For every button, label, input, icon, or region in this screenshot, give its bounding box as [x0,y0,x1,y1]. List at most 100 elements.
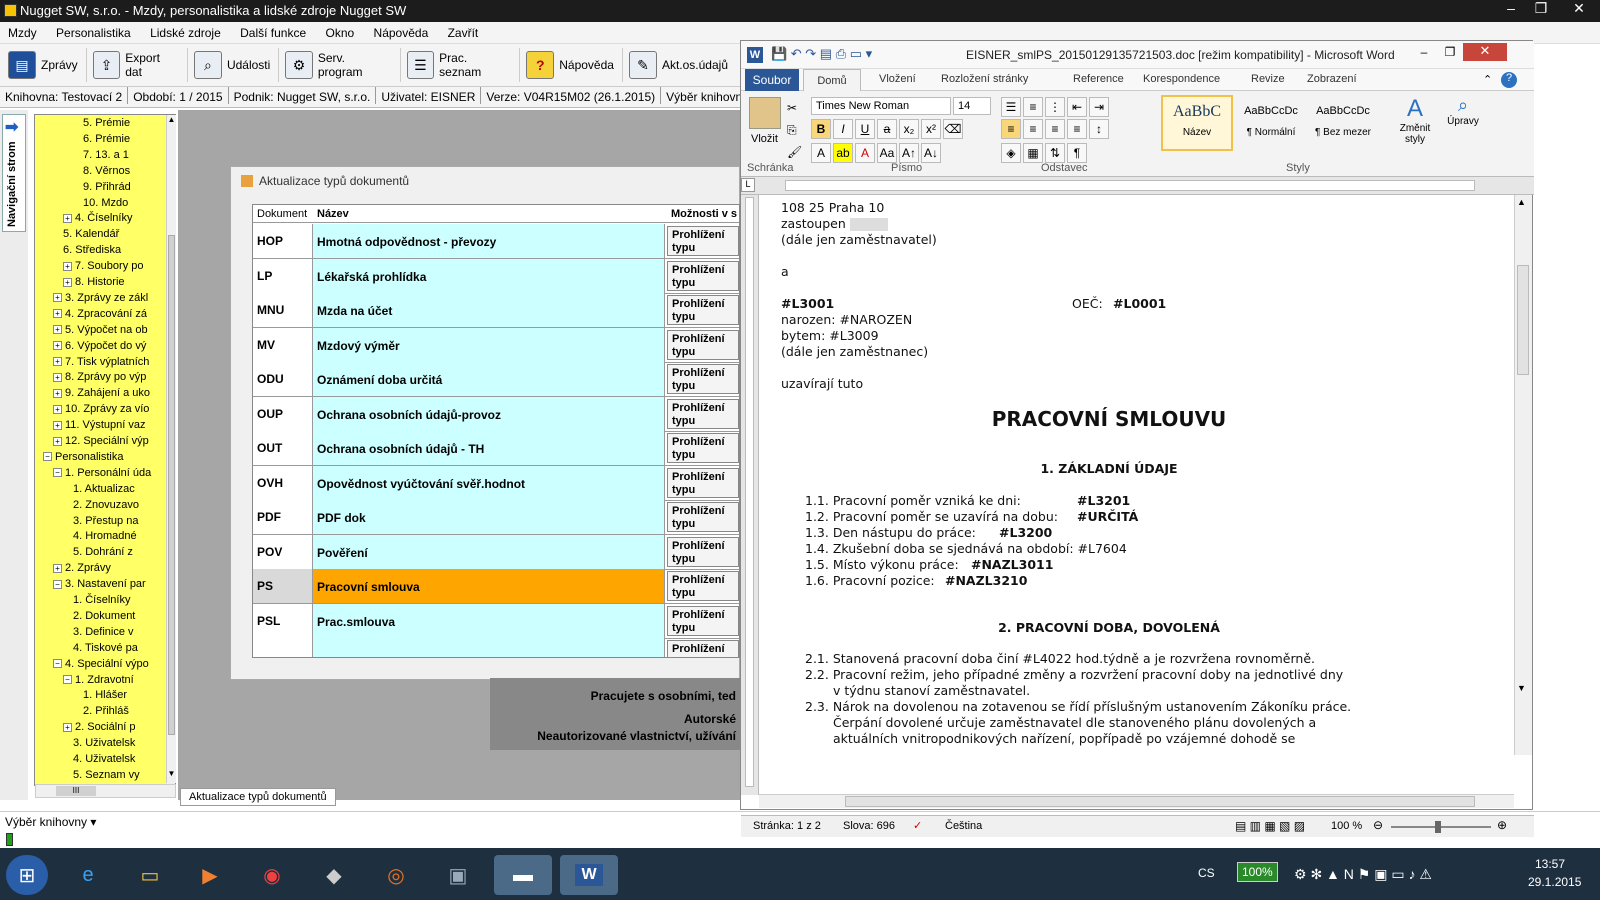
menu-okno[interactable]: Okno [318,22,363,40]
multilevel-button[interactable]: ⋮ [1045,97,1065,117]
align-center-button[interactable]: ≡ [1023,119,1043,139]
scroll-up-icon[interactable]: ▲ [167,115,176,127]
view-type-button[interactable]: Prohlížení typu [667,433,739,463]
table-row[interactable]: LP Lékařská prohlídka Prohlížení typu [253,258,739,294]
tab-zobrazeni[interactable]: Zobrazení [1307,73,1357,85]
word-scroll-up-icon[interactable]: ▲ [1517,197,1526,207]
expand-icon[interactable]: + [53,325,62,335]
decrease-indent-button[interactable]: ⇤ [1067,97,1087,117]
view-buttons[interactable]: ▤ ▥ ▦ ▧ ▨ [1235,819,1305,833]
tree-item[interactable]: +2. Zprávy [53,562,111,578]
menu-personalistika[interactable]: Personalistika [48,22,139,40]
language-indicator[interactable]: Čeština [945,820,982,832]
table-row[interactable]: PS Pracovní smlouva Prohlížení typu [253,569,739,604]
tree-item[interactable]: − Personalistika [43,451,123,467]
change-styles-button[interactable]: A Změnit styly [1391,95,1439,155]
close-button[interactable]: ✕ [1566,0,1592,20]
tree-item[interactable]: 3. Přestup na [73,515,138,531]
view-type-button[interactable]: Prohlížení typu [667,364,739,394]
show-marks-button[interactable]: ¶ [1067,143,1087,163]
style-nazev[interactable]: AaBbC Název [1161,95,1233,151]
grow-font-button[interactable]: A↑ [899,143,919,163]
expand-icon[interactable]: + [63,213,72,223]
tree-item[interactable]: 8. Věrnos [83,165,130,181]
menu-dalsi-funkce[interactable]: Další funkce [232,22,314,40]
tree-item[interactable]: −1. Zdravotní [63,674,134,690]
help-button[interactable]: ? Nápověda [524,48,623,82]
collapse-icon[interactable]: − [43,452,52,462]
expand-icon[interactable]: + [53,404,62,414]
view-type-button[interactable]: Prohlížení typu [667,260,739,291]
tree-item[interactable]: +12. Speciální výp [53,435,149,451]
horizontal-ruler[interactable]: L [741,177,1534,195]
proofing-icon[interactable]: ✓ [913,819,922,832]
menu-mzdy[interactable]: Mzdy [0,22,45,40]
clipboard-tools[interactable]: ✂ ⎘ 🖌 [787,97,802,163]
sort-button[interactable]: ⇅ [1045,143,1065,163]
zoom-in-button[interactable]: ⊕ [1497,818,1507,832]
library-select[interactable]: Výběr knihovny ▾ [661,87,740,104]
word-scroll-down-icon[interactable]: ▼ [1517,683,1526,693]
tree-item[interactable]: +3. Zprávy ze zákl [53,292,148,308]
bold-button[interactable]: B [811,119,831,139]
collapse-icon[interactable]: − [53,579,62,589]
style-bez-mezer[interactable]: AaBbCcDc ¶ Bez mezer [1307,95,1379,151]
style-normalni[interactable]: AaBbCcDc ¶ Normální [1235,95,1307,151]
tree-item[interactable]: 4. Tiskové pa [73,642,138,658]
word-vscrollbar[interactable]: ▲ ▼ [1514,195,1532,755]
tray-icons[interactable]: ⚙ ✻ ▲ N ⚑ ▣ ▭ ♪ ⚠ [1294,866,1432,883]
tree-item[interactable]: 2. Znovuzavo [73,499,139,515]
justify-button[interactable]: ≡ [1067,119,1087,139]
tree-item[interactable]: 6. Prémie [83,133,130,149]
page-count[interactable]: Stránka: 1 z 2 [753,820,821,832]
table-row[interactable]: PSL Prac.smlouva Prohlížení typu [253,603,739,639]
table-row[interactable]: OUT Ochrana osobních údajů - TH Prohlížení… [253,431,739,466]
col-dokument[interactable]: Dokument [257,208,307,220]
tree-scroll-thumb[interactable] [168,235,175,735]
tree-item[interactable]: +7. Tisk výplatních [53,356,149,372]
tree-item[interactable]: +4. Číselníky [63,212,132,228]
edit-button[interactable]: ⌕ Úpravy [1443,95,1483,155]
service-program-button[interactable]: ⚙ Serv. program [283,48,401,82]
align-right-button[interactable]: ≡ [1045,119,1065,139]
table-row[interactable]: OVH Opovědnost vyúčtování svěř.hodnot Proh… [253,465,739,501]
clock-time[interactable]: 13:57 [1535,857,1565,871]
tree-item[interactable]: 5. Kalendář [63,228,119,244]
col-moznosti[interactable]: Možnosti v s [671,208,737,220]
text-effects-button[interactable]: A [811,143,831,163]
scroll-down-icon[interactable]: ▼ [167,769,176,781]
tree-item[interactable]: 5. Prémie [83,117,130,133]
col-nazev[interactable]: Název [317,208,349,220]
superscript-button[interactable]: x² [921,119,941,139]
expand-icon[interactable]: + [53,341,62,351]
reports-button[interactable]: ▤ Zprávy [6,48,87,82]
tree-item[interactable]: +9. Zahájení a uko [53,387,150,403]
tree-item[interactable]: 10. Mzdo [83,197,128,213]
tree-vscrollbar[interactable]: ▲ ▼ [166,115,176,783]
tree-item[interactable]: +8. Zprávy po výp [53,371,146,387]
vertical-ruler[interactable] [741,195,759,795]
tab-domu[interactable]: Domů [803,69,861,92]
battery-indicator[interactable]: 100% [1237,862,1278,882]
clock-date[interactable]: 29.1.2015 [1528,875,1581,889]
events-button[interactable]: ⌕ Události [192,48,280,82]
word-help-icon[interactable]: ? [1501,72,1517,88]
tree-item[interactable]: 9. Přihrád [83,181,131,197]
tab-korespondence[interactable]: Korespondence [1143,73,1220,85]
expand-icon[interactable]: + [53,357,62,367]
view-type-button[interactable]: Prohlížení typu [667,502,739,532]
borders-button[interactable]: ▦ [1023,143,1043,163]
strikethrough-button[interactable]: a [877,119,897,139]
ribbon-collapse-icon[interactable]: ⌃ [1483,73,1492,86]
tree-item[interactable]: 4. Hromadné [73,530,137,546]
word-count[interactable]: Slova: 696 [843,820,895,832]
line-spacing-button[interactable]: ↕ [1089,119,1109,139]
document-page[interactable]: 108 25 Praha 10 zastoupen (dále jen zamě… [759,195,1514,795]
table-row[interactable]: HOP Hmotná odpovědnost - převozy Prohlížen… [253,224,739,259]
chrome-icon[interactable]: ◉ [252,855,292,895]
tree-item[interactable]: −1. Personální úda [53,467,151,483]
tab-revize[interactable]: Revize [1251,73,1285,85]
zoom-slider[interactable] [1391,826,1491,828]
align-left-button[interactable]: ≡ [1001,119,1021,139]
table-row[interactable]: MNU Mzda na účet Prohlížení typu [253,293,739,328]
